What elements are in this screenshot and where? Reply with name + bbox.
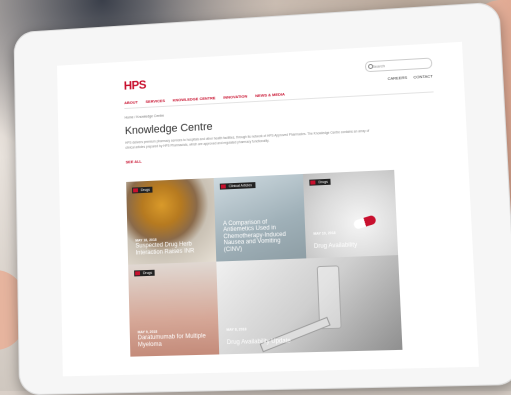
card-tag: Drugs	[132, 186, 153, 194]
card-title: Drug Availability Update	[226, 337, 291, 346]
nav-innovation[interactable]: INNOVATION	[223, 94, 247, 100]
site-logo[interactable]: HPS	[124, 78, 147, 93]
article-card[interactable]: Clinical Articles A Comparison of Antiem…	[213, 173, 307, 262]
article-card[interactable]: MAY 8, 2018 Drug Availability Update	[216, 255, 403, 355]
nav-news-media[interactable]: NEWS & MEDIA	[255, 92, 285, 99]
card-tag: Clinical Articles	[219, 182, 256, 190]
card-date: MAY 10, 2018	[313, 230, 336, 236]
card-tag: Drugs	[309, 178, 331, 186]
page-title: Knowledge Centre	[124, 120, 213, 138]
card-date: MAY 9, 2018	[137, 329, 158, 335]
utility-nav: CAREERS CONTACT	[387, 73, 433, 80]
search-input[interactable]: Search	[364, 57, 433, 73]
article-grid: Drugs MAY 18, 2018 Suspected Drug Herb I…	[126, 169, 403, 375]
syringe-image	[259, 316, 331, 353]
capsule-image	[352, 214, 377, 230]
nav-services[interactable]: SERVICES	[145, 98, 165, 104]
card-title: Drug Availability	[313, 241, 358, 250]
card-date: MAY 8, 2018	[226, 327, 247, 332]
see-all-link[interactable]: SEE ALL	[126, 159, 142, 165]
tablet-screen: HPS Search CAREERS CONTACT ABOUT SERVICE…	[57, 41, 479, 377]
article-card[interactable]: Drugs MAY 9, 2018 Daratumumab for Multip…	[128, 261, 220, 357]
card-title: A Comparison of Antiemetics Used in Chem…	[222, 219, 287, 253]
card-title: Suspected Drug Herb Interaction Raises I…	[135, 241, 195, 257]
search-placeholder: Search	[372, 63, 386, 69]
tablet: HPS Search CAREERS CONTACT ABOUT SERVICE…	[13, 1, 511, 395]
util-contact[interactable]: CONTACT	[413, 73, 433, 79]
card-tag: Drugs	[134, 269, 156, 277]
nav-knowledge-centre[interactable]: KNOWLEDGE CENTRE	[173, 95, 216, 102]
card-title: Daratumumab for Multiple Myeloma	[137, 333, 206, 348]
nav-about[interactable]: ABOUT	[124, 100, 138, 106]
breadcrumb: Home / Knowledge Centre	[124, 113, 165, 120]
article-card[interactable]: Drugs MAY 18, 2018 Suspected Drug Herb I…	[126, 178, 217, 265]
article-card[interactable]: Drugs MAY 10, 2018 Drug Availability	[302, 169, 399, 259]
util-careers[interactable]: CAREERS	[387, 75, 407, 81]
